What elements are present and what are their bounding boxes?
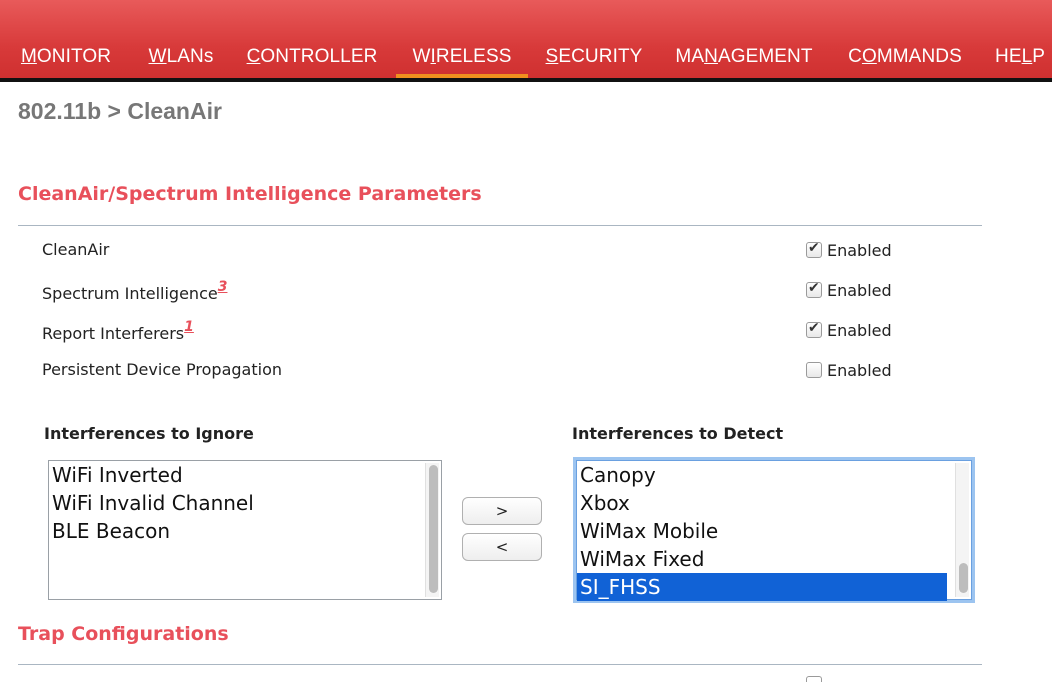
list-item[interactable]: WiFi Inverted	[49, 461, 441, 489]
cleanair-label: CleanAir	[42, 240, 110, 259]
persistent-device-propagation-enabled-checkbox[interactable]: Enabled	[806, 360, 892, 380]
list-item[interactable]: WiFi Invalid Channel	[49, 489, 441, 517]
report-interferers-enabled-checkbox[interactable]: Enabled	[806, 320, 892, 340]
trap-checkbox[interactable]	[806, 676, 822, 682]
nav-commands[interactable]: COMMANDS	[846, 44, 964, 78]
section-divider	[18, 225, 982, 226]
checkbox-label: Enabled	[827, 280, 892, 300]
scrollbar-thumb[interactable]	[959, 563, 968, 593]
nav-help[interactable]: HELP	[995, 44, 1045, 78]
params-section-title: CleanAir/Spectrum Intelligence Parameter…	[18, 183, 482, 205]
checkbox-label: Enabled	[827, 360, 892, 380]
report-interferers-label: Report Interferers1	[42, 319, 194, 343]
ignore-list-title: Interferences to Ignore	[44, 424, 254, 443]
footnote-link[interactable]: 1	[184, 319, 194, 335]
checkbox-box[interactable]	[806, 362, 822, 378]
nav-security[interactable]: SECURITY	[544, 44, 644, 78]
detect-listbox[interactable]: Canopy Xbox WiMax Mobile WiMax Fixed SI_…	[576, 460, 972, 601]
list-item-selected[interactable]: SI_FHSS	[577, 573, 947, 601]
scrollbar[interactable]	[955, 463, 969, 597]
checkbox-box[interactable]	[806, 320, 822, 338]
main-menu: MONITOR WLANs CONTROLLER WIRELESS SECURI…	[0, 0, 1052, 78]
add-to-detect-button[interactable]: >	[462, 497, 542, 525]
list-item[interactable]: WiMax Mobile	[577, 517, 971, 545]
checkbox-box[interactable]	[806, 280, 822, 298]
checkbox-box[interactable]	[806, 240, 822, 258]
persistent-device-propagation-label: Persistent Device Propagation	[42, 360, 282, 379]
detect-list-title: Interferences to Detect	[572, 424, 784, 443]
nav-controller[interactable]: CONTROLLER	[246, 44, 378, 78]
spectrum-intelligence-label: Spectrum Intelligence3	[42, 279, 228, 303]
scrollbar[interactable]	[425, 463, 439, 597]
scrollbar-thumb[interactable]	[429, 465, 438, 593]
list-item[interactable]: Canopy	[577, 461, 971, 489]
nav-monitor[interactable]: MONITOR	[18, 44, 114, 78]
nav-management[interactable]: MANAGEMENT	[674, 44, 814, 78]
cleanair-enabled-checkbox[interactable]: Enabled	[806, 240, 892, 260]
trap-section-title: Trap Configurations	[18, 623, 229, 645]
nav-wireless[interactable]: WIRELESS	[396, 44, 528, 78]
checkbox-label: Enabled	[827, 320, 892, 340]
spectrum-intelligence-enabled-checkbox[interactable]: Enabled	[806, 280, 892, 300]
footnote-link[interactable]: 3	[218, 279, 228, 295]
section-divider	[18, 664, 982, 665]
list-item[interactable]: BLE Beacon	[49, 517, 441, 545]
page-title: 802.11b > CleanAir	[18, 98, 222, 124]
remove-from-detect-button[interactable]: <	[462, 533, 542, 561]
list-item[interactable]: Xbox	[577, 489, 971, 517]
nav-wlans[interactable]: WLANs	[146, 44, 216, 78]
checkbox-label: Enabled	[827, 240, 892, 260]
list-item[interactable]: WiMax Fixed	[577, 545, 971, 573]
top-navigation-bar: MONITOR WLANs CONTROLLER WIRELESS SECURI…	[0, 0, 1052, 82]
ignore-listbox[interactable]: WiFi Inverted WiFi Invalid Channel BLE B…	[48, 460, 442, 600]
